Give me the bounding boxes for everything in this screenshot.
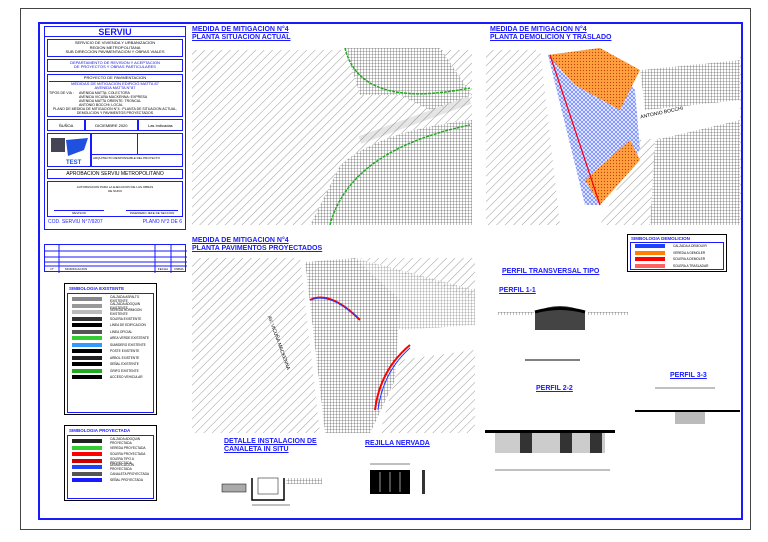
- legend-swatch: [635, 257, 665, 262]
- legend-swatch: [72, 458, 102, 463]
- legend-swatch: [72, 310, 102, 315]
- legend-item: SOLERA A TRASLADAR: [631, 263, 723, 270]
- legend-title: SIMBOLOGIA DEMOLICION: [631, 236, 690, 241]
- org-line: SUB DIRECCION PAVIMENTACION Y OBRAS VIAL…: [65, 49, 165, 55]
- perfil-3-3-title: PERFIL 3-3: [670, 372, 707, 379]
- revision-table: N° MODIFICACION FECHA FIRMA: [44, 244, 187, 273]
- sheet-number: PLANO N°2 DE 6: [142, 218, 182, 225]
- legend-title: SIMBOLOGIA PROYECTADA: [69, 428, 131, 433]
- legend-label: VEREDA A DEMOLER: [673, 250, 706, 255]
- approval-header: APROBACION SERVIU METROPOLITANO: [47, 168, 183, 179]
- legend-label: SOLERA EXISTENTE: [110, 316, 142, 321]
- legend-swatch: [72, 375, 102, 380]
- legend-swatch: [72, 316, 102, 321]
- legend-label: LINEA DE EDIFICACION: [110, 323, 146, 328]
- legend-swatch: [72, 465, 102, 470]
- approval-text: DE NUDO: [108, 189, 122, 194]
- legend-label: VEREDA PROYECTADA: [110, 445, 146, 450]
- legend-swatch: [635, 263, 665, 268]
- legend-swatch: [72, 362, 102, 367]
- legend-item: SEÑAL PROYECTADA: [68, 477, 153, 484]
- legend-label: POSTE EXISTENTE: [110, 349, 140, 354]
- canaleta-title: DETALLE INSTALACION DE CANALETA IN SITU: [224, 438, 317, 453]
- rev-col-header: FIRMA: [174, 267, 184, 271]
- legend-swatch: [635, 250, 665, 255]
- legend-projected: SIMBOLOGIA PROYECTADA CALZADA ADOQUIN PR…: [64, 425, 157, 501]
- serviu-code: COD. SERVIU N°7/9207: [48, 218, 103, 225]
- legend-swatch: [72, 297, 102, 302]
- comuna-field: ÑUÑOA: [47, 118, 86, 131]
- view-title-demolicion: MEDIDA DE MITIGACION N°4 PLANTA DEMOLICIO…: [490, 26, 612, 41]
- legend-label: LINEA OFICIAL: [110, 329, 133, 334]
- dept-line: DE PROYECTOS Y OBRAS PARTICULARES: [74, 64, 156, 70]
- firm-line: ARQUITECTO RESPONSABLE DEL PROYECTO: [92, 153, 182, 166]
- legend-swatch: [72, 336, 102, 341]
- legend-label: SEÑAL EXISTENTE: [110, 362, 139, 367]
- legend-label: ARBOL EXISTENTE: [110, 355, 140, 360]
- signature-revisor: REVISOR: [54, 209, 104, 215]
- title-block: SERVIU SERVICIO DE VIVIENDA Y URBANIZACI…: [44, 26, 186, 230]
- legend-swatch: [72, 329, 102, 334]
- legend-swatch: [72, 349, 102, 354]
- via-type-label: TIPOS DE VIA :: [49, 90, 74, 95]
- legend-label: GRIFO EXISTENTE: [110, 368, 139, 373]
- legend-label: SOLERA A TRASLADAR: [673, 263, 709, 268]
- legend-label: SEÑAL PROYECTADA: [110, 478, 143, 483]
- legend-swatch: [72, 471, 102, 476]
- perfil-1-1-title: PERFIL 1-1: [499, 287, 536, 294]
- rev-col-header: MODIFICACION: [65, 267, 88, 271]
- legend-label: SOLERA A DEMOLER: [673, 257, 706, 262]
- legend-label: DEMARCACION PROYECTADA: [110, 463, 134, 472]
- scale-field: Las Indicadas: [137, 118, 183, 131]
- firm-logo: TEST: [47, 132, 91, 167]
- view-title-situacion: MEDIDA DE MITIGACION N°4 PLANTA SITUACION…: [192, 26, 291, 41]
- date-field: DICIEMBRE 2020: [85, 118, 138, 131]
- legend-label: ACCESO VEHICULAR: [110, 375, 143, 380]
- perfil-2-2-title: PERFIL 2-2: [536, 385, 573, 392]
- legend-swatch: [635, 244, 665, 249]
- legend-swatch: [72, 368, 102, 373]
- legend-item: ACCESO VEHICULAR: [68, 374, 153, 381]
- legend-swatch: [72, 303, 102, 308]
- legend-swatch: [72, 342, 102, 347]
- signature-jefe: INGENIERO JEFE DE SECCION: [126, 209, 178, 215]
- legend-swatch: [72, 452, 102, 457]
- legend-title: SIMBOLOGIA EXISTENTE: [69, 286, 125, 291]
- legend-swatch: [72, 323, 102, 328]
- legend-existing: SIMBOLOGIA EXISTENTE CALZADA ASFALTO EXI…: [64, 283, 157, 415]
- legend-label: SOLERA PROYECTADA: [110, 452, 146, 457]
- legend-demolition: SIMBOLOGIA DEMOLICION CALZADA A DEMOLER V…: [627, 234, 727, 272]
- rev-col-header: FECHA: [157, 267, 169, 271]
- legend-label: VEREDA HORMIGON EXISTENTE: [110, 308, 142, 317]
- legend-label: CALZADA A DEMOLER: [673, 244, 707, 249]
- perfil-tipo-title: PERFIL TRANSVERSAL TIPO: [502, 268, 600, 275]
- rev-col-header: N°: [50, 267, 54, 271]
- legend-label: CALZADA ADOQUIN PROYECTADA: [110, 437, 141, 446]
- view-title-proyectados: MEDIDA DE MITIGACION N°4 PLANTA PAVIMENTO…: [192, 237, 323, 252]
- legend-swatch: [72, 445, 102, 450]
- legend-label: CANALETA PROYECTADA: [110, 471, 150, 476]
- legend-swatch: [72, 439, 102, 444]
- serviu-header: SERVIU: [45, 27, 185, 37]
- legend-label: SUMIDERO EXISTENTE: [110, 342, 146, 347]
- rejilla-title: REJILLA NERVADA: [365, 440, 430, 447]
- plan-description: DEMOLICION Y PAVIMENTOS PROYECTADOS: [76, 110, 154, 115]
- legend-swatch: [72, 478, 102, 483]
- svg-text:TEST: TEST: [66, 160, 82, 166]
- legend-swatch: [72, 355, 102, 360]
- legend-label: AREA VERDE EXISTENTE: [110, 336, 149, 341]
